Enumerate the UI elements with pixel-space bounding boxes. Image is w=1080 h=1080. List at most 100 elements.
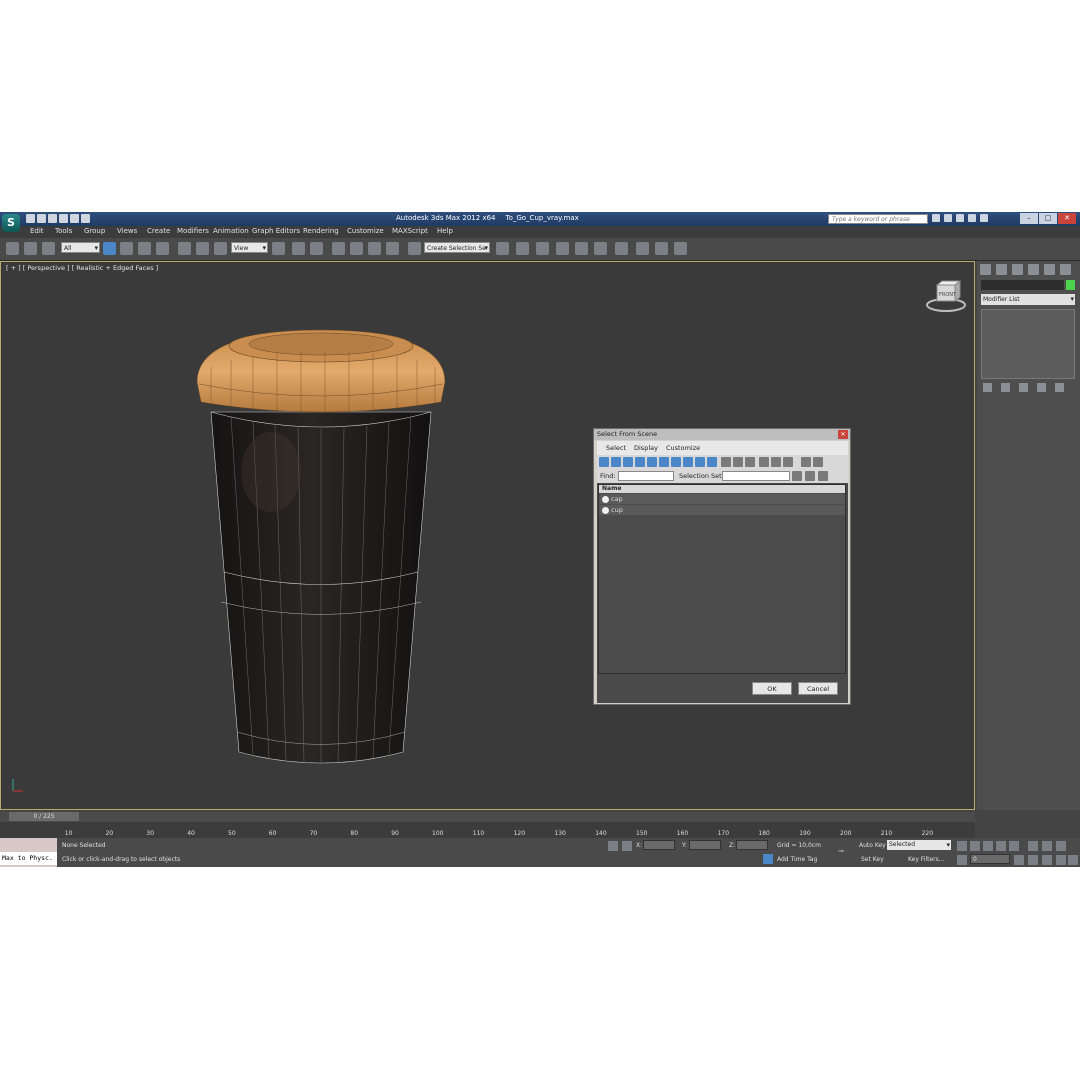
scene-object-list[interactable]: Name cap cup xyxy=(598,484,846,674)
new-file-icon[interactable] xyxy=(26,214,35,223)
zoom-icon[interactable] xyxy=(1028,841,1038,851)
menu-maxscript[interactable]: MAXScript xyxy=(392,227,428,235)
pivot-center-icon[interactable] xyxy=(272,242,285,255)
close-button[interactable]: ✕ xyxy=(1058,213,1076,224)
y-coordinate-field[interactable] xyxy=(689,840,721,850)
spinner-snap-icon[interactable] xyxy=(386,242,399,255)
motion-tab-icon[interactable] xyxy=(1028,264,1039,275)
select-by-name-icon[interactable] xyxy=(120,242,133,255)
open-file-icon[interactable] xyxy=(37,214,46,223)
modifier-stack[interactable] xyxy=(981,309,1075,379)
save-file-icon[interactable] xyxy=(48,214,57,223)
unlink-icon[interactable] xyxy=(24,242,37,255)
render-setup-icon[interactable] xyxy=(636,242,649,255)
display-all-icon[interactable] xyxy=(707,457,717,467)
display-groups-icon[interactable] xyxy=(671,457,681,467)
display-xrefs-icon[interactable] xyxy=(683,457,693,467)
dialog-menu-customize[interactable]: Customize xyxy=(666,444,700,452)
time-tag-icon[interactable] xyxy=(763,854,773,864)
help-search-input[interactable]: Type a keyword or phrase xyxy=(828,214,928,224)
show-end-result-icon[interactable] xyxy=(1001,383,1010,392)
application-button[interactable]: S xyxy=(2,214,20,232)
remove-modifier-icon[interactable] xyxy=(1037,383,1046,392)
scale-icon[interactable] xyxy=(214,242,227,255)
create-set-icon[interactable] xyxy=(792,471,802,481)
list-item[interactable]: cap xyxy=(599,494,845,504)
key-mode-dropdown[interactable]: Selected xyxy=(887,840,951,850)
display-space-warps-icon[interactable] xyxy=(659,457,669,467)
menu-tools[interactable]: Tools xyxy=(55,227,72,235)
add-time-tag[interactable]: Add Time Tag xyxy=(777,856,817,863)
menu-create[interactable]: Create xyxy=(147,227,170,235)
menu-animation[interactable]: Animation xyxy=(213,227,249,235)
mirror-icon[interactable] xyxy=(496,242,509,255)
absolute-mode-icon[interactable] xyxy=(622,841,632,851)
display-invert-icon[interactable] xyxy=(733,457,743,467)
set-key-button[interactable]: Set Key xyxy=(861,856,884,863)
display-tab-icon[interactable] xyxy=(1044,264,1055,275)
display-children-icon[interactable] xyxy=(745,457,755,467)
rectangular-selection-icon[interactable] xyxy=(138,242,151,255)
menu-graph-editors[interactable]: Graph Editors xyxy=(252,227,300,235)
next-frame-icon[interactable] xyxy=(996,841,1006,851)
material-editor-icon[interactable] xyxy=(615,242,628,255)
communication-icon[interactable] xyxy=(956,214,964,222)
remove-from-set-icon[interactable] xyxy=(818,471,828,481)
binoculars-icon[interactable] xyxy=(932,214,940,222)
auto-key-button[interactable]: Auto Key xyxy=(859,842,886,849)
maximize-viewport-icon[interactable] xyxy=(1068,855,1078,865)
play-icon[interactable] xyxy=(983,841,993,851)
select-manipulate-icon[interactable] xyxy=(292,242,305,255)
display-helpers-icon[interactable] xyxy=(647,457,657,467)
z-coordinate-field[interactable] xyxy=(736,840,768,850)
go-to-end-icon[interactable] xyxy=(1009,841,1019,851)
move-icon[interactable] xyxy=(178,242,191,255)
create-tab-icon[interactable] xyxy=(980,264,991,275)
selection-set-dropdown[interactable] xyxy=(722,471,790,481)
rendered-frame-window-icon[interactable] xyxy=(655,242,668,255)
make-unique-icon[interactable] xyxy=(1019,383,1028,392)
named-selection-set-dropdown[interactable]: Create Selection Se xyxy=(424,242,490,254)
minimize-button[interactable]: – xyxy=(1020,213,1038,224)
percent-snap-icon[interactable] xyxy=(368,242,381,255)
menu-help[interactable]: Help xyxy=(437,227,453,235)
zoom-all-icon[interactable] xyxy=(1042,841,1052,851)
key-filters-button[interactable]: Key Filters... xyxy=(908,856,945,863)
list-item[interactable]: cup xyxy=(599,505,845,515)
column-header-name[interactable]: Name xyxy=(599,485,845,493)
maxscript-listener[interactable]: Max to Physc. xyxy=(0,838,57,867)
project-folder-icon[interactable] xyxy=(81,214,90,223)
display-none-icon[interactable] xyxy=(721,457,731,467)
hierarchy-tab-icon[interactable] xyxy=(1012,264,1023,275)
display-cameras-icon[interactable] xyxy=(635,457,645,467)
modifier-list-dropdown[interactable]: Modifier List xyxy=(981,294,1075,305)
select-and-link-icon[interactable] xyxy=(6,242,19,255)
track-bar[interactable]: 10 20 30 40 50 60 70 80 90 100 110 120 130 140 150 160 1… xyxy=(0,822,975,838)
dialog-menu-select[interactable]: Select xyxy=(606,444,626,452)
display-lights-icon[interactable] xyxy=(623,457,633,467)
select-invert-icon[interactable] xyxy=(783,457,793,467)
display-shapes-icon[interactable] xyxy=(611,457,621,467)
add-to-set-icon[interactable] xyxy=(805,471,815,481)
utilities-tab-icon[interactable] xyxy=(1060,264,1071,275)
modify-tab-icon[interactable] xyxy=(996,264,1007,275)
dialog-menu-display[interactable]: Display xyxy=(634,444,658,452)
select-all-icon[interactable] xyxy=(759,457,769,467)
align-icon[interactable] xyxy=(516,242,529,255)
keyboard-shortcut-override-icon[interactable] xyxy=(310,242,323,255)
render-production-icon[interactable] xyxy=(674,242,687,255)
bind-space-warp-icon[interactable] xyxy=(42,242,55,255)
sync-selection-icon[interactable] xyxy=(813,457,823,467)
favorites-star-icon[interactable] xyxy=(968,214,976,222)
curve-editor-icon[interactable] xyxy=(575,242,588,255)
key-mode-toggle-icon[interactable] xyxy=(957,855,967,865)
zoom-extents-icon[interactable] xyxy=(1056,841,1066,851)
key-icon[interactable]: ⊸ xyxy=(838,847,848,857)
selection-filter-dropdown[interactable]: All xyxy=(61,242,100,254)
find-input[interactable] xyxy=(618,471,674,481)
select-object-icon[interactable] xyxy=(103,242,116,255)
pan-view-icon[interactable] xyxy=(1042,855,1052,865)
object-name-field[interactable] xyxy=(981,280,1064,290)
snaps-toggle-icon[interactable] xyxy=(332,242,345,255)
orbit-icon[interactable] xyxy=(1056,855,1066,865)
